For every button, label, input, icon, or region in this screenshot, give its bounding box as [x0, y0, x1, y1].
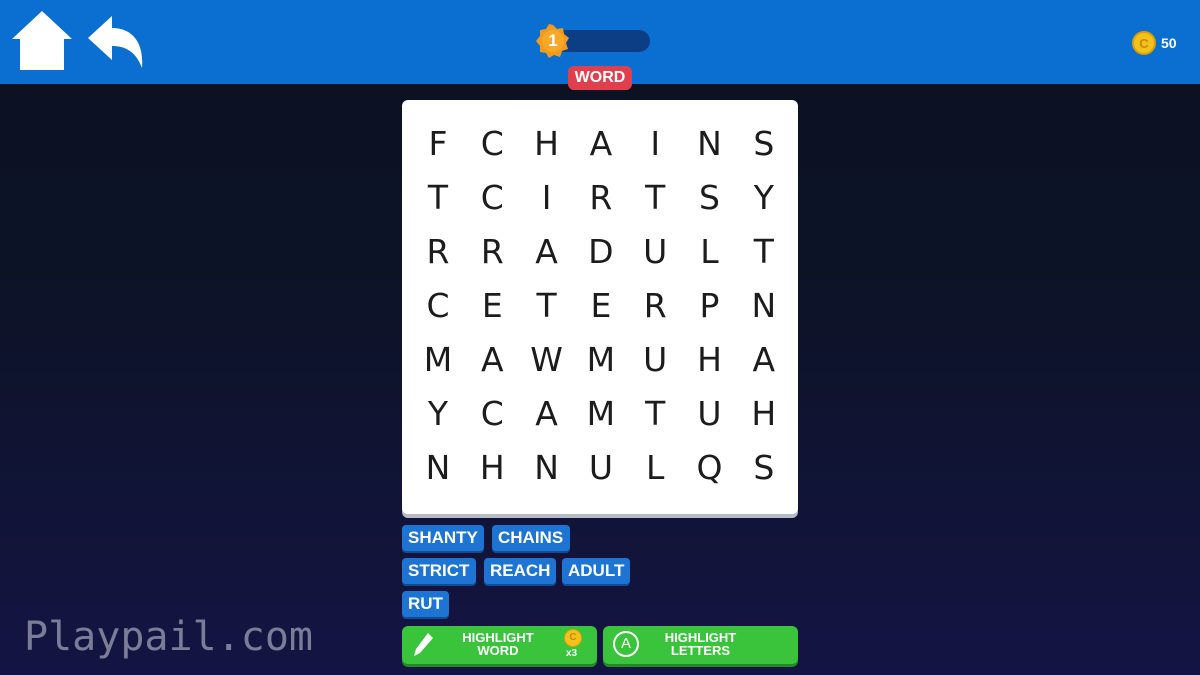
watermark: Playpail.com: [24, 614, 313, 660]
letter-cell[interactable]: A: [574, 117, 628, 171]
letter-cell[interactable]: U: [574, 441, 628, 495]
highlight-word-button[interactable]: HIGHLIGHT WORD C x3: [402, 626, 597, 664]
letter-cell[interactable]: D: [574, 225, 628, 279]
highlight-word-label: HIGHLIGHT WORD: [462, 630, 534, 658]
letter-cell[interactable]: N: [520, 441, 574, 495]
letter-cell[interactable]: S: [737, 117, 791, 171]
word-chip: SHANTY: [402, 525, 484, 551]
letter-cell[interactable]: C: [465, 171, 519, 225]
pencil-icon: [414, 633, 433, 656]
letter-cell[interactable]: Y: [737, 171, 791, 225]
word-chip: RUT: [402, 591, 449, 617]
letter-cell[interactable]: U: [683, 387, 737, 441]
letter-cell[interactable]: I: [520, 171, 574, 225]
back-arrow-icon: [88, 16, 143, 68]
coin-balance: C 50: [1132, 30, 1177, 56]
highlight-letters-button[interactable]: A HIGHLIGHT LETTERS: [603, 626, 798, 664]
hint-cost: x3: [566, 648, 578, 659]
highlight-letters-label: HIGHLIGHT LETTERS: [664, 630, 737, 658]
letter-cell[interactable]: R: [411, 225, 465, 279]
home-icon: [12, 11, 72, 70]
letter-cell[interactable]: F: [411, 117, 465, 171]
letter-cell[interactable]: T: [628, 171, 682, 225]
letter-cell[interactable]: R: [465, 225, 519, 279]
coin-icon: C: [1132, 31, 1156, 55]
letter-cell[interactable]: U: [628, 225, 682, 279]
letter-cell[interactable]: C: [411, 279, 465, 333]
letter-grid: FCHAINSTCIRTSYRRADULTCETERPNMAWMUHAYCAMT…: [402, 100, 798, 514]
mode-badge: WORD: [568, 66, 632, 90]
letter-cell[interactable]: L: [628, 441, 682, 495]
back-button[interactable]: [86, 14, 146, 72]
letter-cell[interactable]: Y: [411, 387, 465, 441]
letter-cell[interactable]: H: [683, 333, 737, 387]
letter-cell[interactable]: T: [628, 387, 682, 441]
word-chip: ADULT: [562, 558, 631, 584]
letter-cell[interactable]: S: [737, 441, 791, 495]
letter-cell[interactable]: S: [683, 171, 737, 225]
letter-cell[interactable]: M: [574, 387, 628, 441]
letter-cell[interactable]: R: [574, 171, 628, 225]
letter-cell[interactable]: M: [411, 333, 465, 387]
letter-cell[interactable]: N: [737, 279, 791, 333]
letter-cell[interactable]: H: [520, 117, 574, 171]
letter-cell[interactable]: M: [574, 333, 628, 387]
word-chip: REACH: [484, 558, 557, 584]
letter-cell[interactable]: R: [628, 279, 682, 333]
letter-cell[interactable]: N: [411, 441, 465, 495]
coin-count: 50: [1161, 35, 1177, 51]
letter-cell[interactable]: A: [520, 387, 574, 441]
letter-cell[interactable]: E: [465, 279, 519, 333]
level-progress: 1: [536, 24, 650, 58]
letter-cell[interactable]: U: [628, 333, 682, 387]
letter-cell[interactable]: A: [520, 225, 574, 279]
letter-cell[interactable]: A: [737, 333, 791, 387]
letter-cell[interactable]: I: [628, 117, 682, 171]
letter-cell[interactable]: H: [737, 387, 791, 441]
letter-board: FCHAINSTCIRTSYRRADULTCETERPNMAWMUHAYCAMT…: [402, 100, 798, 514]
letter-cell[interactable]: A: [465, 333, 519, 387]
letter-cell[interactable]: Q: [683, 441, 737, 495]
letter-cell[interactable]: E: [574, 279, 628, 333]
letter-cell[interactable]: T: [737, 225, 791, 279]
level-number: 1: [548, 31, 558, 50]
letter-cell[interactable]: W: [520, 333, 574, 387]
letter-cell[interactable]: L: [683, 225, 737, 279]
home-button[interactable]: [10, 8, 74, 74]
letter-cell[interactable]: C: [465, 387, 519, 441]
letter-cell[interactable]: T: [411, 171, 465, 225]
letter-cell[interactable]: C: [465, 117, 519, 171]
letter-circle-icon: A: [613, 631, 639, 657]
letter-cell[interactable]: H: [465, 441, 519, 495]
word-chip: CHAINS: [492, 525, 570, 551]
word-chip: STRICT: [402, 558, 476, 584]
hint-coin-icon: C: [564, 629, 582, 647]
letter-cell[interactable]: P: [683, 279, 737, 333]
letter-cell[interactable]: T: [520, 279, 574, 333]
letter-cell[interactable]: N: [683, 117, 737, 171]
